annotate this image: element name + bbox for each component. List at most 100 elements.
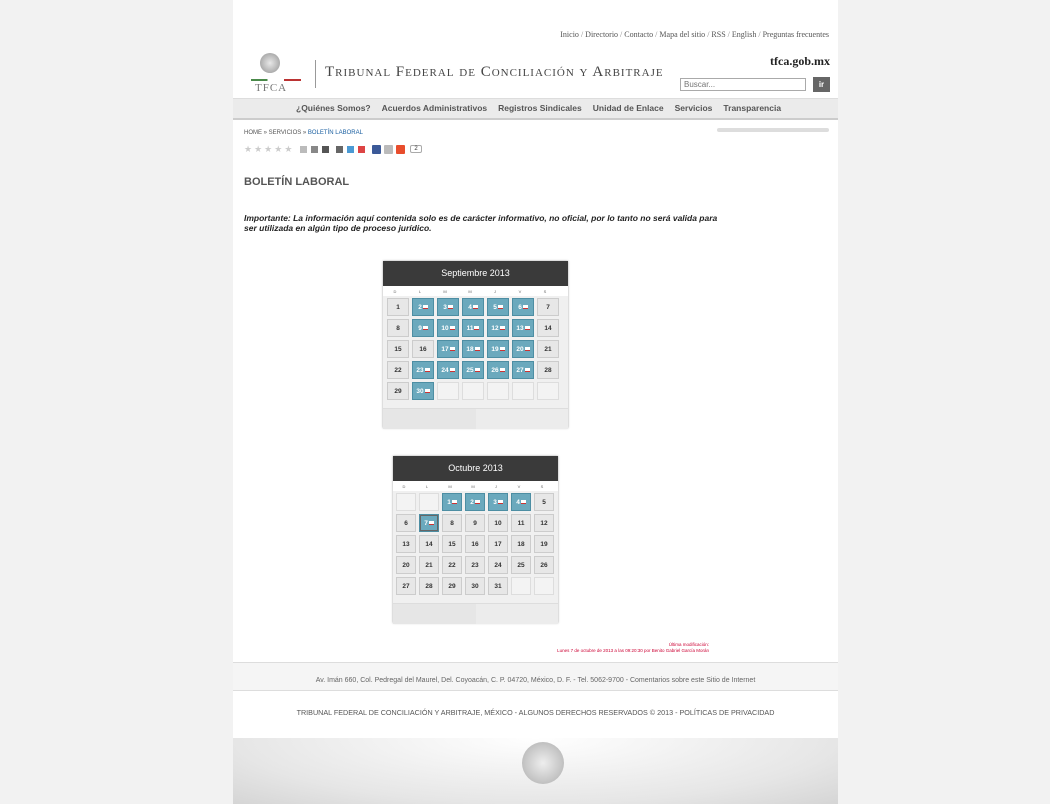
weekday-label: S [543, 289, 547, 294]
footer-rights[interactable]: TRIBUNAL FEDERAL DE CONCILIACIÓN Y ARBIT… [233, 708, 838, 717]
calendar-day-bulletin[interactable]: 2 [412, 298, 434, 316]
calendar-day-bulletin[interactable]: 4 [462, 298, 484, 316]
calendar-day-bulletin[interactable]: 17 [437, 340, 459, 358]
calendar-day: 26 [534, 556, 554, 574]
calendar-day-bulletin[interactable]: 12 [487, 319, 509, 337]
bulletin-icon [474, 500, 480, 505]
font-medium-icon[interactable] [311, 145, 319, 153]
top-link-english[interactable]: English [732, 30, 756, 39]
nav-item-servicios[interactable]: Servicios [675, 103, 713, 113]
calendar-day-bulletin[interactable]: 7 [419, 514, 439, 532]
weekday-label: L [418, 289, 422, 294]
bulletin-icon [474, 326, 480, 331]
addthis-icon[interactable] [396, 144, 406, 154]
day-number: 27 [516, 367, 524, 374]
calendar-day-bulletin[interactable]: 3 [488, 493, 508, 511]
day-number: 1 [447, 499, 451, 506]
calendar-day-bulletin[interactable]: 24 [437, 361, 459, 379]
nav-item-transparencia[interactable]: Transparencia [723, 103, 781, 113]
calendar-day-bulletin[interactable]: 2 [465, 493, 485, 511]
nav-item-acuerdos[interactable]: Acuerdos Administrativos [382, 103, 488, 113]
weekday-label: V [518, 289, 522, 294]
breadcrumb-separator: » [262, 130, 269, 136]
top-link-directorio[interactable]: Directorio [585, 30, 618, 39]
calendar-day-bulletin[interactable]: 19 [487, 340, 509, 358]
calendar-day: 21 [419, 556, 439, 574]
font-small-icon[interactable] [300, 145, 308, 153]
calendar-empty-cell [462, 382, 484, 400]
main-nav: ¿Quiénes Somos? Acuerdos Administrativos… [233, 98, 838, 120]
site-domain: tfca.gob.mx [770, 54, 830, 68]
day-number: 11 [466, 325, 474, 332]
calendar-weekday-header: D L M M J V S [393, 481, 558, 491]
bulletin-icon [524, 368, 530, 373]
calendar-day-bulletin[interactable]: 23 [412, 361, 434, 379]
star-icon[interactable]: ★ [264, 144, 272, 154]
header-divider [315, 60, 316, 88]
calendar-day: 13 [396, 535, 416, 553]
twitter-icon[interactable] [347, 145, 355, 153]
calendar-day-bulletin[interactable]: 4 [511, 493, 531, 511]
calendar-day-bulletin[interactable]: 5 [487, 298, 509, 316]
calendar-september: Septiembre 2013 D L M M J V S 1234567891… [383, 261, 568, 429]
day-number: 30 [471, 583, 479, 590]
calendar-day-bulletin[interactable]: 18 [462, 340, 484, 358]
print-icon[interactable] [336, 145, 344, 153]
calendar-day-bulletin[interactable]: 20 [512, 340, 534, 358]
star-icon[interactable]: ★ [244, 144, 252, 154]
logo-text[interactable]: TFCA [255, 82, 287, 94]
day-number: 15 [394, 346, 402, 353]
calendar-day-bulletin[interactable]: 27 [512, 361, 534, 379]
facebook-icon[interactable] [372, 144, 382, 154]
footer-rights-bar: TRIBUNAL FEDERAL DE CONCILIACIÓN Y ARBIT… [233, 690, 838, 739]
weekday-label: M [471, 484, 475, 489]
day-number: 2 [418, 304, 422, 311]
email-icon[interactable] [384, 144, 394, 154]
calendar-day-bulletin[interactable]: 11 [462, 319, 484, 337]
day-number: 26 [540, 562, 548, 569]
gmail-icon[interactable] [358, 145, 366, 153]
calendar-day: 8 [442, 514, 462, 532]
breadcrumb-current: BOLETÍN LABORAL [307, 130, 363, 136]
calendar-day-bulletin[interactable]: 10 [437, 319, 459, 337]
national-seal-icon [260, 53, 280, 73]
calendar-day-bulletin[interactable]: 1 [442, 493, 462, 511]
search-input[interactable] [680, 78, 806, 91]
search-button[interactable]: ir [813, 77, 830, 92]
top-link-contacto[interactable]: Contacto [624, 30, 653, 39]
calendar-day: 1 [387, 298, 409, 316]
day-number: 8 [450, 520, 454, 527]
bulletin-icon [449, 368, 455, 373]
day-number: 23 [471, 562, 479, 569]
nav-item-registros[interactable]: Registros Sindicales [498, 103, 582, 113]
calendar-day-bulletin[interactable]: 9 [412, 319, 434, 337]
footer-address[interactable]: Av. Imán 660, Col. Pedregal del Maurel, … [233, 677, 838, 684]
star-icon[interactable]: ★ [274, 144, 282, 154]
top-link-rss[interactable]: RSS [711, 30, 725, 39]
day-number: 24 [441, 367, 449, 374]
calendar-day-bulletin[interactable]: 6 [512, 298, 534, 316]
calendar-day-bulletin[interactable]: 26 [487, 361, 509, 379]
star-icon[interactable]: ★ [254, 144, 262, 154]
calendar-day-bulletin[interactable]: 13 [512, 319, 534, 337]
nav-item-unidad-enlace[interactable]: Unidad de Enlace [593, 103, 664, 113]
star-icon[interactable]: ★ [284, 144, 292, 154]
calendar-day-bulletin[interactable]: 3 [437, 298, 459, 316]
last-modified: Última modificación: Lunes 7 de octubre … [505, 642, 709, 654]
calendar-day-bulletin[interactable]: 30 [412, 382, 434, 400]
day-number: 12 [540, 520, 548, 527]
breadcrumb-home[interactable]: HOME [244, 130, 262, 136]
top-link-faq[interactable]: Preguntas frecuentes [763, 30, 829, 39]
calendar-day: 19 [534, 535, 554, 553]
top-link-mapa[interactable]: Mapa del sitio [659, 30, 705, 39]
top-link-inicio[interactable]: Inicio [560, 30, 579, 39]
font-large-icon[interactable] [322, 145, 330, 153]
calendar-day: 25 [511, 556, 531, 574]
calendar-day: 31 [488, 577, 508, 595]
calendar-day: 10 [488, 514, 508, 532]
breadcrumb-servicios[interactable]: SERVICIOS [269, 130, 302, 136]
calendar-day: 23 [465, 556, 485, 574]
nav-item-quienes-somos[interactable]: ¿Quiénes Somos? [296, 103, 371, 113]
calendar-day: 5 [534, 493, 554, 511]
calendar-day-bulletin[interactable]: 25 [462, 361, 484, 379]
